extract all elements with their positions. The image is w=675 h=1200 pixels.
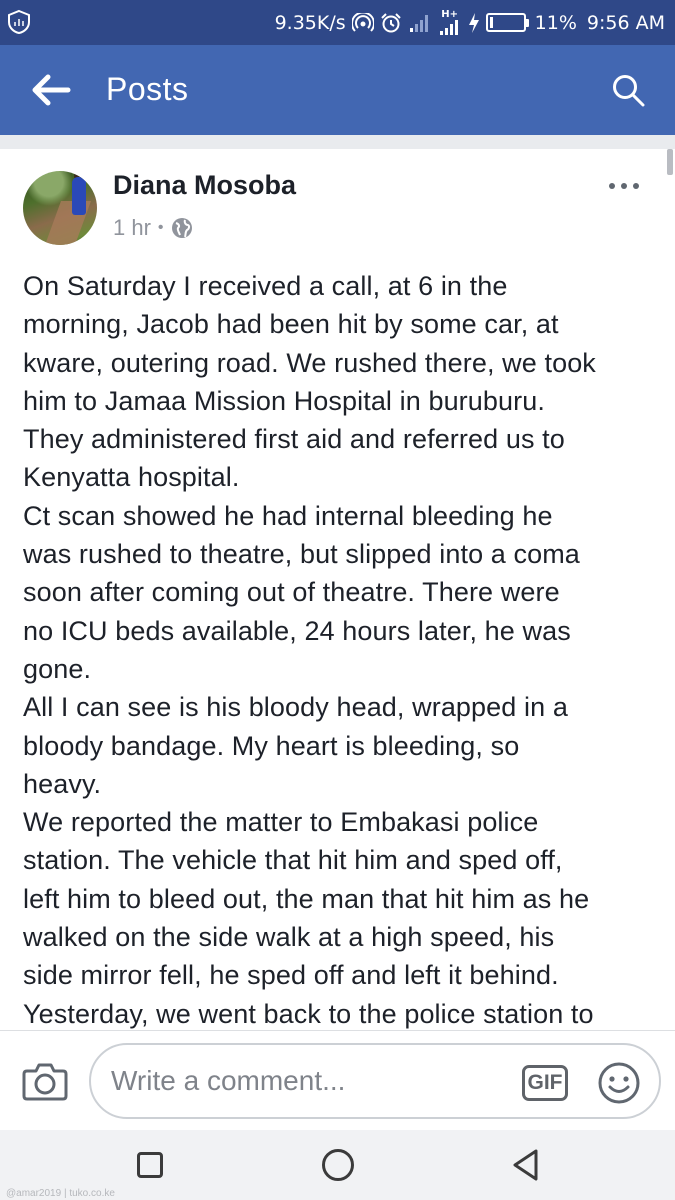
post-text-line: Yesterday, we went back to the police st… <box>23 998 594 1029</box>
square-icon[interactable] <box>137 1152 163 1178</box>
status-indicators: 9.35K/s H+ 11% 9:56 AM <box>275 0 665 45</box>
app-bar: Posts <box>0 45 675 135</box>
gif-button[interactable]: GIF <box>522 1065 568 1101</box>
post-text-line: him to Jamaa Mission Hospital in burubur… <box>23 385 545 416</box>
post-text-line: bloody bandage. My heart is bleeding, so <box>23 730 520 761</box>
post-text-line: Ct scan showed he had internal bleeding … <box>23 500 553 531</box>
comment-bar: Write a comment... GIF <box>0 1030 675 1130</box>
signal-weak-icon <box>409 14 428 32</box>
network-speed: 9.35K/s <box>274 11 346 34</box>
meta-separator: • <box>157 219 164 236</box>
post-text-line: On Saturday I received a call, at 6 in t… <box>23 271 508 301</box>
avatar[interactable] <box>23 171 97 245</box>
arrow-left-icon[interactable] <box>30 70 74 110</box>
more-options-icon[interactable] <box>607 181 641 191</box>
comment-input[interactable]: Write a comment... GIF <box>89 1043 661 1119</box>
shield-icon <box>8 9 30 35</box>
post-text-line: no ICU beds available, 24 hours later, h… <box>23 615 571 646</box>
post-text-line: They administered first aid and referred… <box>23 424 565 455</box>
post-card: Diana Mosoba 1 hr • On Saturday I receiv… <box>0 149 675 1030</box>
search-icon[interactable] <box>610 72 646 108</box>
author-name[interactable]: Diana Mosoba <box>113 170 296 201</box>
charging-icon <box>468 12 479 33</box>
post-text-line: side mirror fell, he sped off and left i… <box>23 960 559 991</box>
clock: 9:56 AM <box>586 11 665 34</box>
globe-icon <box>171 218 192 238</box>
battery-level <box>489 17 494 28</box>
emoji-icon[interactable] <box>597 1061 641 1105</box>
post-text-line: We reported the matter to Embakasi polic… <box>23 807 539 838</box>
watermark: @amar2019 | tuko.co.ke <box>6 1188 115 1199</box>
alarm-icon <box>380 12 401 32</box>
post-text-line: walked on the side walk at a high speed,… <box>23 922 555 953</box>
post-text-line: kware, outering road. We rushed there, w… <box>23 347 596 378</box>
post-text-line: station. The vehicle that hit him and sp… <box>23 845 563 876</box>
battery-icon <box>485 13 529 32</box>
network-type-icon: H+ <box>438 8 462 36</box>
signal-full-icon <box>439 19 458 35</box>
post-meta: 1 hr • <box>113 215 193 241</box>
post-text-line: Kenyatta hospital. <box>23 462 240 493</box>
system-nav-bar: @amar2019 | tuko.co.ke <box>0 1130 675 1200</box>
post-text-line: gone. <box>23 653 92 684</box>
page-title: Posts <box>106 71 189 107</box>
post-text-line: heavy. <box>23 768 102 799</box>
post-body: On Saturday I received a call, at 6 in t… <box>23 267 663 1030</box>
comment-placeholder: Write a comment... <box>111 1065 346 1096</box>
battery-percent: 11% <box>534 11 577 34</box>
feed-area[interactable]: Diana Mosoba 1 hr • On Saturday I receiv… <box>0 135 675 1030</box>
post-text-line: was rushed to theatre, but slipped into … <box>23 539 580 570</box>
post-text-line: All I can see is his bloody head, wrappe… <box>23 692 568 723</box>
circle-icon[interactable] <box>322 1149 354 1181</box>
hotspot-icon <box>351 12 374 32</box>
status-bar: 9.35K/s H+ 11% 9:56 AM <box>0 0 675 45</box>
post-text-line: left him to bleed out, the man that hit … <box>23 883 590 914</box>
network-type: H+ <box>441 8 459 20</box>
post-timestamp[interactable]: 1 hr <box>113 215 151 241</box>
post-text-line: morning, Jacob had been hit by some car,… <box>23 309 559 340</box>
triangle-back-icon[interactable] <box>510 1148 542 1182</box>
scrollbar[interactable] <box>667 149 673 175</box>
post-text-line: soon after coming out of theatre. There … <box>23 577 560 608</box>
camera-icon[interactable] <box>22 1060 68 1102</box>
